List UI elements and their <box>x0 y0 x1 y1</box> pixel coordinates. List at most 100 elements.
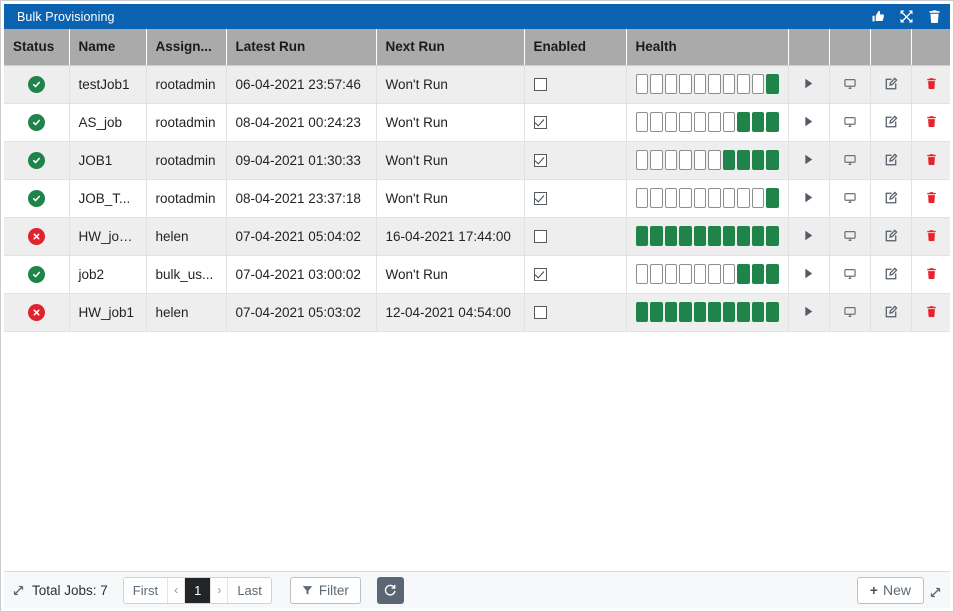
cell-delete[interactable] <box>911 103 950 142</box>
cell-console[interactable] <box>829 255 871 294</box>
cell-run[interactable] <box>788 103 830 142</box>
enabled-checkbox[interactable] <box>533 192 547 206</box>
enabled-checkbox[interactable] <box>533 268 547 282</box>
run-job-icon[interactable] <box>800 113 818 131</box>
edit-job-icon[interactable] <box>882 151 900 169</box>
column-header-health[interactable]: Health <box>626 29 789 66</box>
health-bar <box>635 226 779 246</box>
health-segment <box>708 302 721 322</box>
delete-job-icon[interactable] <box>923 151 941 169</box>
delete-job-icon[interactable] <box>923 75 941 93</box>
cell-edit[interactable] <box>870 255 912 294</box>
enabled-checkbox[interactable] <box>533 78 547 92</box>
delete-job-icon[interactable] <box>923 265 941 283</box>
run-job-icon[interactable] <box>800 151 818 169</box>
column-header-status[interactable]: Status <box>4 29 70 66</box>
console-icon[interactable] <box>841 265 859 283</box>
run-job-icon[interactable] <box>800 265 818 283</box>
cell-enabled <box>524 65 627 104</box>
cell-edit[interactable] <box>870 217 912 256</box>
health-segment <box>751 112 764 132</box>
cell-run[interactable] <box>788 293 830 332</box>
table-row[interactable]: testJob1 rootadmin 06-04-2021 23:57:46 Won'… <box>4 65 950 104</box>
cell-run[interactable] <box>788 65 830 104</box>
table-row[interactable]: JOB1 rootadmin 09-04-2021 01:30:33 Won't Ru… <box>4 141 950 180</box>
edit-job-icon[interactable] <box>882 75 900 93</box>
cell-run[interactable] <box>788 179 830 218</box>
console-icon[interactable] <box>841 75 859 93</box>
enabled-checkbox[interactable] <box>533 230 547 244</box>
filter-button[interactable]: Filter <box>289 576 361 604</box>
expand-icon[interactable] <box>899 9 914 24</box>
health-segment <box>751 302 764 322</box>
cell-run[interactable] <box>788 255 830 294</box>
run-job-icon[interactable] <box>800 189 818 207</box>
refresh-button[interactable] <box>376 576 404 604</box>
health-segment <box>708 188 721 208</box>
column-header-latest-run[interactable]: Latest Run <box>226 29 377 66</box>
column-header-name[interactable]: Name <box>69 29 147 66</box>
page-last-button[interactable]: Last <box>228 577 271 603</box>
run-job-icon[interactable] <box>800 227 818 245</box>
edit-job-icon[interactable] <box>882 227 900 245</box>
cell-console[interactable] <box>829 217 871 256</box>
enabled-checkbox[interactable] <box>533 306 547 320</box>
cell-edit[interactable] <box>870 179 912 218</box>
run-job-icon[interactable] <box>800 75 818 93</box>
edit-job-icon[interactable] <box>882 265 900 283</box>
total-jobs-label: Total Jobs: 7 <box>32 582 108 598</box>
thumbs-up-icon[interactable] <box>871 9 886 24</box>
cell-delete[interactable] <box>911 179 950 218</box>
cell-edit[interactable] <box>870 65 912 104</box>
cell-edit[interactable] <box>870 141 912 180</box>
table-row[interactable]: JOB_T... rootadmin 08-04-2021 23:37:18 Won'… <box>4 179 950 218</box>
edit-job-icon[interactable] <box>882 303 900 321</box>
cell-name: JOB_T... <box>69 179 147 218</box>
table-row[interactable]: AS_job rootadmin 08-04-2021 00:24:23 Won't … <box>4 103 950 142</box>
cell-edit[interactable] <box>870 103 912 142</box>
cell-delete[interactable] <box>911 141 950 180</box>
page-next-button[interactable]: › <box>211 577 229 603</box>
page-number-1[interactable]: 1 <box>185 577 212 603</box>
table-row[interactable]: HW_job... helen 07-04-2021 05:04:02 16-04-2… <box>4 217 950 256</box>
edit-job-icon[interactable] <box>882 113 900 131</box>
cell-console[interactable] <box>829 179 871 218</box>
cell-run[interactable] <box>788 217 830 256</box>
console-icon[interactable] <box>841 113 859 131</box>
cell-console[interactable] <box>829 65 871 104</box>
delete-job-icon[interactable] <box>923 189 941 207</box>
console-icon[interactable] <box>841 227 859 245</box>
cell-console[interactable] <box>829 293 871 332</box>
table-row[interactable]: HW_job1 helen 07-04-2021 05:03:02 12-04-202… <box>4 293 950 332</box>
trash-icon[interactable] <box>927 9 942 24</box>
cell-delete[interactable] <box>911 65 950 104</box>
window-resize-grip-icon[interactable] <box>928 585 942 599</box>
delete-job-icon[interactable] <box>923 227 941 245</box>
enabled-checkbox[interactable] <box>533 154 547 168</box>
table-row[interactable]: job2 bulk_us... 07-04-2021 03:00:02 Won't R… <box>4 255 950 294</box>
delete-job-icon[interactable] <box>923 113 941 131</box>
column-header-assigned[interactable]: Assign... <box>146 29 227 66</box>
run-job-icon[interactable] <box>800 303 818 321</box>
cell-delete[interactable] <box>911 217 950 256</box>
bulk-provisioning-window: Bulk Provisioning Status Name Assign... … <box>0 0 954 612</box>
resize-handle-icon[interactable] <box>12 584 25 597</box>
cell-console[interactable] <box>829 103 871 142</box>
console-icon[interactable] <box>841 189 859 207</box>
console-icon[interactable] <box>841 303 859 321</box>
new-button[interactable]: + New <box>856 576 924 604</box>
cell-run[interactable] <box>788 141 830 180</box>
cell-delete[interactable] <box>911 293 950 332</box>
page-prev-button[interactable]: ‹ <box>168 577 186 603</box>
enabled-checkbox[interactable] <box>533 116 547 130</box>
cell-edit[interactable] <box>870 293 912 332</box>
cell-enabled <box>524 103 627 142</box>
column-header-enabled[interactable]: Enabled <box>524 29 627 66</box>
edit-job-icon[interactable] <box>882 189 900 207</box>
cell-console[interactable] <box>829 141 871 180</box>
delete-job-icon[interactable] <box>923 303 941 321</box>
cell-delete[interactable] <box>911 255 950 294</box>
page-first-button[interactable]: First <box>123 577 169 603</box>
console-icon[interactable] <box>841 151 859 169</box>
column-header-next-run[interactable]: Next Run <box>376 29 525 66</box>
